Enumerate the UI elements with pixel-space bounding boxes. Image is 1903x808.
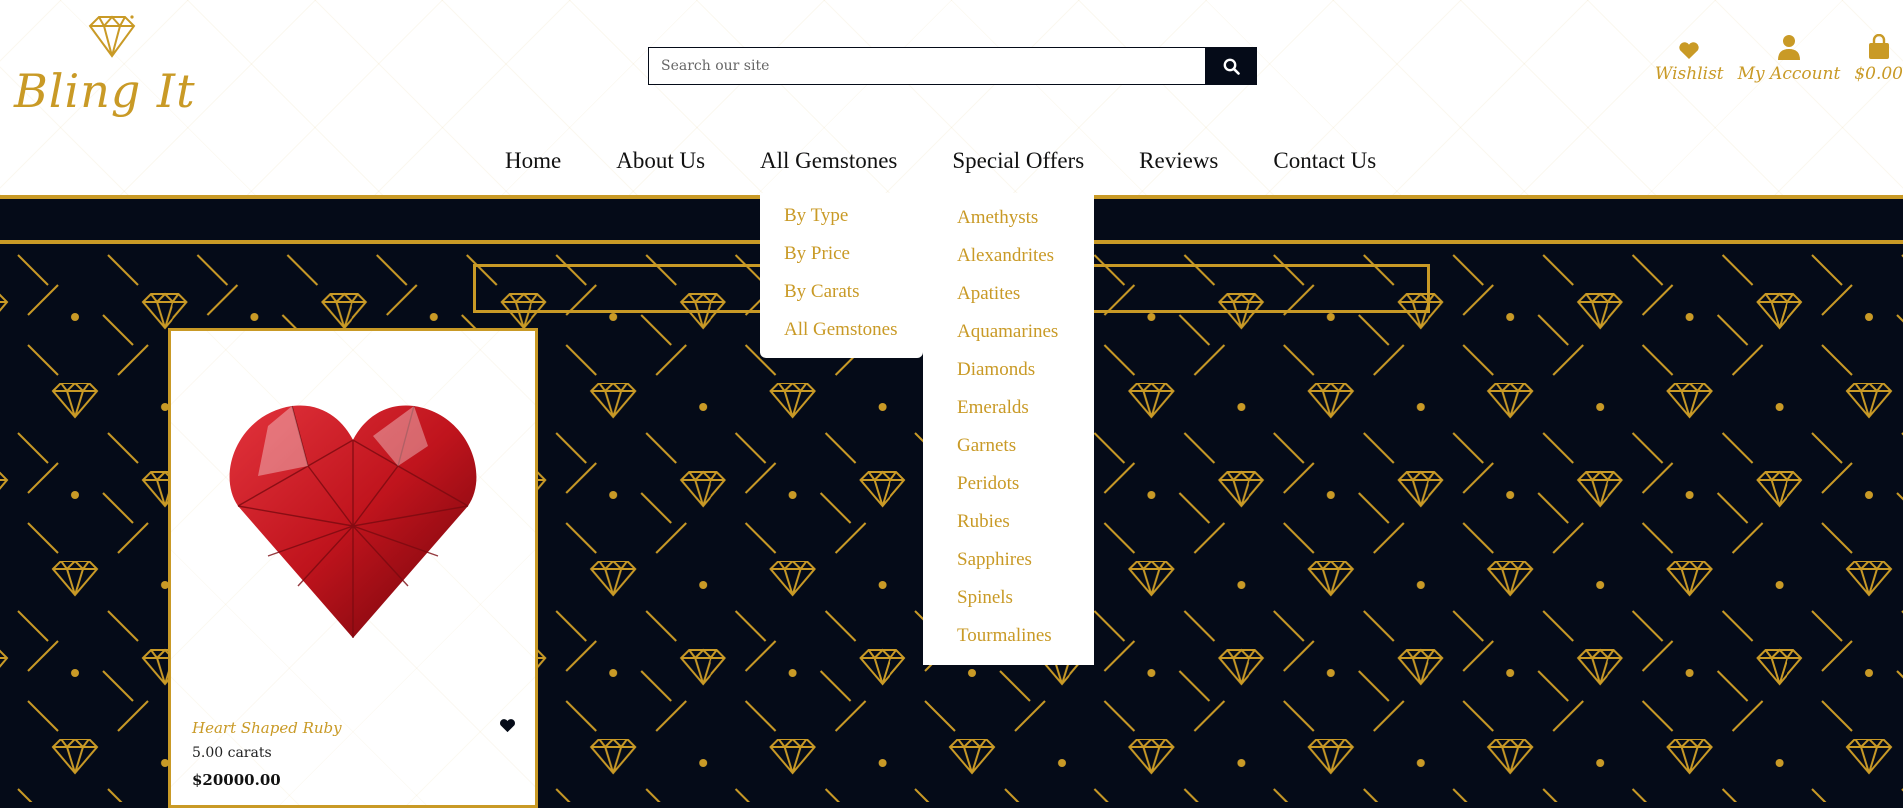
nav-contact-us[interactable]: Contact Us [1273, 148, 1376, 174]
dropdown-sapphires[interactable]: Sapphires [957, 549, 1032, 571]
dropdown-amethysts[interactable]: Amethysts [957, 207, 1038, 229]
diamond-logo-icon [88, 15, 136, 58]
dropdown-peridots[interactable]: Peridots [957, 473, 1019, 495]
cart-link[interactable]: $0.00 [1854, 32, 1903, 84]
add-to-wishlist-button[interactable] [499, 718, 516, 737]
dropdown-by-price[interactable]: By Price [784, 243, 850, 265]
search-button[interactable] [1206, 47, 1257, 85]
product-carats: 5.00 carats [192, 745, 272, 761]
dropdown-rubies[interactable]: Rubies [957, 511, 1010, 533]
site-header: Bling It Wishlist [0, 0, 1903, 199]
dropdown-alexandrites[interactable]: Alexandrites [957, 245, 1054, 267]
main-nav: Home About Us All Gemstones Special Offe… [505, 148, 1431, 174]
dropdown-all-gemstones[interactable]: All Gemstones [784, 319, 897, 341]
dropdown-tourmalines[interactable]: Tourmalines [957, 625, 1052, 647]
wishlist-label: Wishlist [1654, 64, 1724, 84]
brand-name: Bling It [14, 64, 196, 118]
dropdown-apatites[interactable]: Apatites [957, 283, 1020, 305]
product-title[interactable]: Heart Shaped Ruby [192, 719, 342, 737]
dropdown-emeralds[interactable]: Emeralds [957, 397, 1029, 419]
user-icon [1777, 35, 1800, 60]
dropdown-garnets[interactable]: Garnets [957, 435, 1016, 457]
shopping-bag-icon [1868, 34, 1889, 59]
nav-special-offers[interactable]: Special Offers [952, 148, 1084, 174]
dropdown-spinels[interactable]: Spinels [957, 587, 1013, 609]
ruby-heart-image [229, 405, 477, 638]
heart-icon [1679, 42, 1699, 59]
gemstones-dropdown-types: Amethysts Alexandrites Apatites Aquamari… [923, 193, 1094, 665]
brand-logo[interactable]: Bling It [12, 14, 198, 124]
nav-about-us[interactable]: About Us [616, 148, 705, 174]
utility-links: Wishlist My Account $0.00 [1641, 32, 1903, 84]
my-account-link[interactable]: My Account [1737, 32, 1841, 84]
dropdown-by-type[interactable]: By Type [784, 205, 848, 227]
gemstones-dropdown-filters: By Type By Price By Carats All Gemstones [760, 193, 923, 358]
dropdown-by-carats[interactable]: By Carats [784, 281, 859, 303]
dropdown-diamonds[interactable]: Diamonds [957, 359, 1035, 381]
product-card[interactable]: Heart Shaped Ruby 5.00 carats $20000.00 [168, 328, 538, 808]
nav-all-gemstones[interactable]: All Gemstones [760, 148, 897, 174]
search-icon [1223, 58, 1240, 75]
nav-home[interactable]: Home [505, 148, 561, 174]
my-account-label: My Account [1737, 64, 1841, 84]
search-input[interactable] [648, 47, 1206, 85]
wishlist-link[interactable]: Wishlist [1655, 32, 1724, 84]
dropdown-aquamarines[interactable]: Aquamarines [957, 321, 1058, 343]
product-price: $20000.00 [192, 771, 281, 789]
heart-icon [500, 719, 515, 733]
search-bar [648, 47, 1258, 85]
cart-total: $0.00 [1854, 64, 1903, 84]
nav-reviews[interactable]: Reviews [1139, 148, 1218, 174]
